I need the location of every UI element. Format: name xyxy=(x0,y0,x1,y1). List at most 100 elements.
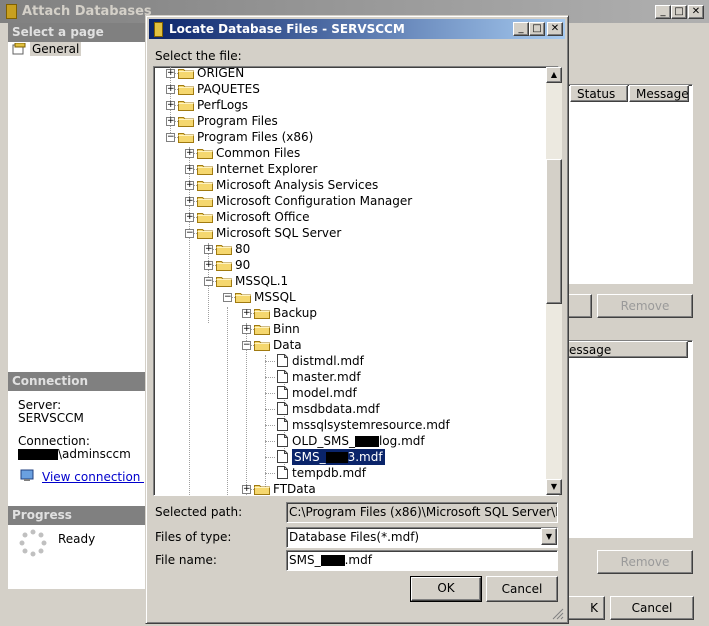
tree-item-label: mssqlsystemresource.mdf xyxy=(292,417,450,433)
tree-item-label: SMS_ 3.mdf xyxy=(292,449,385,465)
tree-folder-item[interactable]: + Internet Explorer xyxy=(154,161,544,177)
tree-file-item[interactable]: msdbdata.mdf xyxy=(154,401,544,417)
tree-item-label: Data xyxy=(273,337,302,353)
connection-properties-icon xyxy=(20,469,36,483)
expand-icon[interactable]: + xyxy=(185,197,194,206)
tree-folder-item[interactable]: + FTData xyxy=(154,481,544,495)
tree-item-text: 80 xyxy=(235,242,251,256)
maximize-button[interactable]: □ xyxy=(671,5,687,19)
collapse-icon[interactable]: − xyxy=(242,341,251,350)
tree-file-item[interactable]: tempdb.mdf xyxy=(154,465,544,481)
cancel-button[interactable]: Cancel xyxy=(486,576,558,602)
tree-item-label: Binn xyxy=(273,321,300,337)
tree-item-text: Microsoft SQL Server xyxy=(216,226,342,240)
folder-icon xyxy=(178,99,194,111)
tree-folder-item[interactable]: + Microsoft Configuration Manager xyxy=(154,193,544,209)
details-header-message[interactable]: essage xyxy=(566,341,688,358)
remove-details-button[interactable]: Remove xyxy=(597,550,693,574)
connection-value: \adminsccm xyxy=(18,447,131,461)
tree-item-text: PAQUETES xyxy=(197,82,260,96)
tree-item-text: Common Files xyxy=(216,146,301,160)
file-name-suffix: .mdf xyxy=(344,553,372,567)
expand-icon[interactable]: + xyxy=(204,245,213,254)
dialog-close-button[interactable]: ✕ xyxy=(547,22,563,36)
tree-file-item[interactable]: OLD_SMS_ log.mdf xyxy=(154,433,544,449)
tree-folder-item[interactable]: +80 xyxy=(154,241,544,257)
expand-icon[interactable]: + xyxy=(185,181,194,190)
tree-folder-item[interactable]: + Microsoft Analysis Services xyxy=(154,177,544,193)
tree-item-text: msdbdata.mdf xyxy=(292,402,380,416)
tree-file-item[interactable]: distmdl.mdf xyxy=(154,353,544,369)
expand-icon[interactable]: + xyxy=(166,101,175,110)
dialog-minimize-button[interactable]: _ xyxy=(513,22,529,36)
redacted-text xyxy=(325,452,348,463)
close-button[interactable]: ✕ xyxy=(688,5,704,19)
database-icon xyxy=(154,22,163,37)
files-of-type-label: Files of type: xyxy=(155,530,232,544)
tree-folder-item[interactable]: +90 xyxy=(154,257,544,273)
expand-icon[interactable]: + xyxy=(242,325,251,334)
expand-icon[interactable]: + xyxy=(185,165,194,174)
add-button[interactable] xyxy=(567,294,592,318)
resize-grip-icon[interactable] xyxy=(552,608,564,620)
page-general[interactable]: General xyxy=(30,42,82,56)
tree-file-item[interactable]: master.mdf xyxy=(154,369,544,385)
ok-button-label: OK xyxy=(437,581,455,595)
general-page-icon xyxy=(12,42,26,55)
tree-folder-item[interactable]: + Backup xyxy=(154,305,544,321)
folder-icon xyxy=(197,195,213,207)
file-icon xyxy=(277,386,288,399)
folder-icon xyxy=(178,115,194,127)
tree-folder-item[interactable]: + Microsoft Office xyxy=(154,209,544,225)
tree-item-label: 90 xyxy=(235,257,250,273)
tree-file-item[interactable]: model.mdf xyxy=(154,385,544,401)
tree-folder-item[interactable]: + Common Files xyxy=(154,145,544,161)
expand-icon[interactable]: + xyxy=(204,261,213,270)
expand-icon[interactable]: + xyxy=(185,149,194,158)
expand-icon[interactable]: + xyxy=(166,69,175,78)
expand-icon[interactable]: + xyxy=(242,309,251,318)
tree-item-text: ORIGEN xyxy=(197,67,245,80)
scroll-thumb[interactable] xyxy=(546,159,562,304)
tree-folder-item[interactable]: − MSSQL.1 xyxy=(154,273,544,289)
selected-path-field[interactable]: C:\Program Files (x86)\Microsoft SQL Ser… xyxy=(286,502,558,523)
collapse-icon[interactable]: − xyxy=(166,133,175,142)
dialog-title: Locate Database Files - SERVSCCM xyxy=(169,22,405,36)
grid-header-status[interactable]: Status xyxy=(570,85,628,102)
tree-item-label: Program Files xyxy=(197,113,278,129)
collapse-icon[interactable]: − xyxy=(223,293,232,302)
tree-folder-item[interactable]: − Program Files (x86) xyxy=(154,129,544,145)
tree-folder-item[interactable]: − Microsoft SQL Server xyxy=(154,225,544,241)
page-selector-pane: Select a page General Connection Server:… xyxy=(8,23,171,589)
tree-folder-item[interactable]: + ORIGEN xyxy=(154,67,544,81)
expand-icon[interactable]: + xyxy=(185,213,194,222)
file-tree-items: + ORIGEN + PAQUETES + PerfLogs + Program Files −… xyxy=(154,67,544,495)
tree-folder-item[interactable]: + PAQUETES xyxy=(154,81,544,97)
tree-file-item[interactable]: SMS_ 3.mdf xyxy=(154,449,544,465)
tree-file-item[interactable]: mssqlsystemresource.mdf xyxy=(154,417,544,433)
scroll-up-button[interactable]: ▲ xyxy=(546,67,562,83)
tree-folder-item[interactable]: + Binn xyxy=(154,321,544,337)
expand-icon[interactable]: + xyxy=(166,117,175,126)
tree-item-label: master.mdf xyxy=(292,369,361,385)
chevron-down-icon[interactable]: ▼ xyxy=(541,528,557,545)
tree-vertical-scrollbar[interactable]: ▲ ▼ xyxy=(546,67,562,495)
collapse-icon[interactable]: − xyxy=(185,229,194,238)
remove-button[interactable]: Remove xyxy=(597,294,693,318)
cancel-button-background[interactable]: Cancel xyxy=(610,596,694,620)
tree-folder-item[interactable]: − Data xyxy=(154,337,544,353)
tree-folder-item[interactable]: + PerfLogs xyxy=(154,97,544,113)
expand-icon[interactable]: + xyxy=(242,485,251,494)
dialog-maximize-button[interactable]: □ xyxy=(529,22,545,36)
tree-folder-item[interactable]: + Program Files xyxy=(154,113,544,129)
ok-button[interactable]: OK xyxy=(410,576,482,602)
tree-folder-item[interactable]: − MSSQL xyxy=(154,289,544,305)
minimize-button[interactable]: _ xyxy=(655,5,671,19)
files-of-type-select[interactable]: Database Files(*.mdf) ▼ xyxy=(286,527,558,548)
scroll-down-button[interactable]: ▼ xyxy=(546,479,562,495)
grid-header-message[interactable]: Message xyxy=(629,85,689,102)
collapse-icon[interactable]: − xyxy=(204,277,213,286)
file-tree[interactable]: + ORIGEN + PAQUETES + PerfLogs + Program Files −… xyxy=(153,66,562,496)
file-name-input[interactable]: SMS_ .mdf xyxy=(286,550,558,571)
expand-icon[interactable]: + xyxy=(166,85,175,94)
